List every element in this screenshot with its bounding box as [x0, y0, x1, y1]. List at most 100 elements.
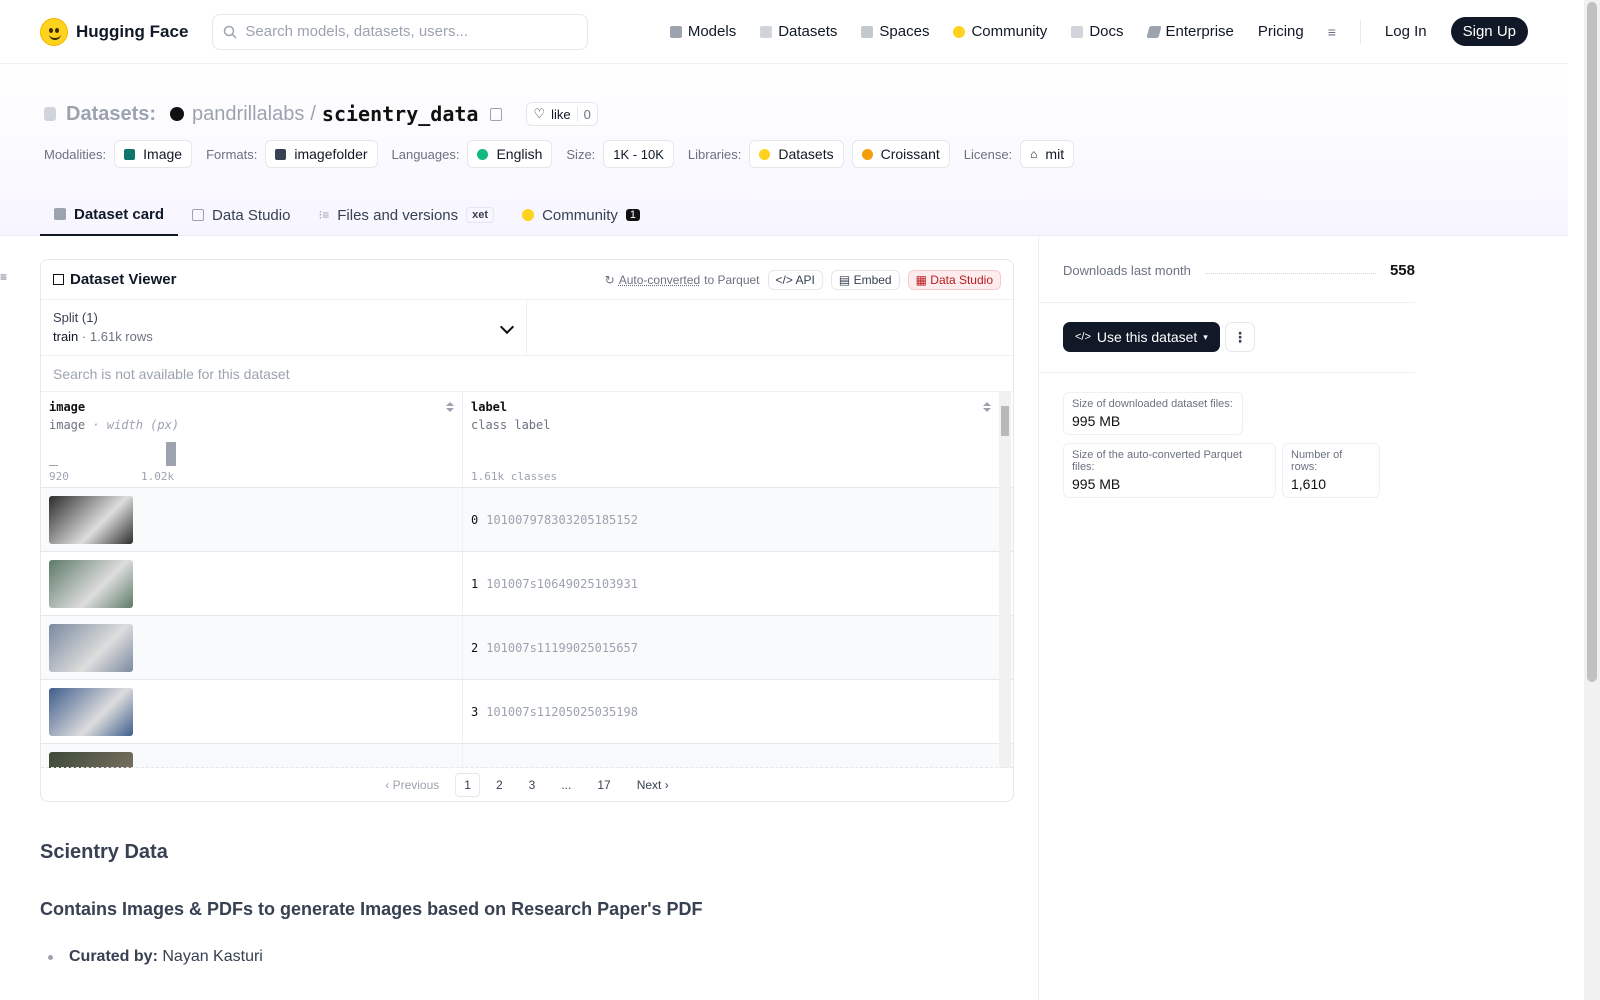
column-header-image[interactable]: image image · width (px) 920 1.02k: [41, 392, 463, 487]
card-heading: Scientry Data: [40, 841, 168, 863]
repo-owner[interactable]: pandrillalabs: [192, 103, 304, 126]
table-row[interactable]: 0 101007978303205185152: [41, 488, 1013, 552]
size-chip[interactable]: 1K - 10K: [603, 140, 674, 168]
page-ellipsis: ...: [561, 777, 572, 792]
community-count-badge: 1: [625, 209, 641, 221]
split-select[interactable]: Split (1) train · 1.61k rows: [41, 300, 527, 355]
column-image-sub: · width (px): [92, 418, 180, 432]
like-button[interactable]: ♡ like 0: [526, 102, 598, 126]
next-page-button[interactable]: Next ›: [627, 774, 679, 796]
more-options-button[interactable]: ⋮: [1225, 322, 1255, 352]
page-1-button[interactable]: 1: [455, 772, 480, 797]
library-datasets-chip[interactable]: Datasets: [749, 140, 844, 168]
search-input[interactable]: Search models, datasets, users...: [212, 13, 589, 50]
label-value: 101007s11199025015657: [486, 640, 638, 655]
page-2-button[interactable]: 2: [486, 774, 513, 796]
prev-page-button[interactable]: ‹ Previous: [375, 774, 449, 796]
column-label-type: class label: [471, 418, 551, 432]
login-label: Log In: [1384, 23, 1427, 40]
sort-icon[interactable]: [983, 402, 991, 414]
image-thumbnail[interactable]: [49, 687, 133, 736]
image-cell[interactable]: [41, 488, 463, 551]
label-cell[interactable]: 3 101007s11205025035198: [463, 680, 999, 743]
embed-icon: ▤: [838, 272, 851, 287]
histogram-min: 920: [49, 470, 69, 483]
nav-community[interactable]: Community: [953, 23, 1047, 40]
repo-name[interactable]: scientry_data: [322, 102, 479, 126]
curated-by-value: Nayan Kasturi: [162, 948, 263, 965]
curated-by-label: Curated by:: [69, 948, 158, 965]
embed-button[interactable]: ▤ Embed: [830, 269, 900, 290]
api-button[interactable]: </> API: [767, 269, 823, 290]
column-header-label[interactable]: label class label 1.61k classes: [463, 392, 999, 487]
rows-value: 1,610: [1291, 476, 1327, 492]
image-thumbnail[interactable]: [49, 623, 133, 672]
toc-toggle-icon[interactable]: ≡: [0, 270, 7, 284]
image-cell[interactable]: [41, 552, 463, 615]
image-thumbnail[interactable]: [49, 495, 133, 544]
nav-divider: [1359, 19, 1361, 44]
license-chip[interactable]: ⌂ mit: [1020, 140, 1075, 168]
tab-data-studio[interactable]: Data Studio: [178, 194, 304, 236]
copy-icon[interactable]: [490, 107, 503, 121]
nav-community-label: Community: [971, 23, 1048, 40]
page-17-button[interactable]: 17: [587, 774, 620, 796]
brand-logo[interactable]: Hugging Face: [40, 17, 188, 46]
label-index: 1: [471, 576, 479, 591]
kebab-icon: ⋮: [1233, 328, 1247, 345]
tab-dataset-card[interactable]: Dataset card: [40, 194, 179, 236]
code-icon: </>: [775, 272, 793, 287]
label-cell[interactable]: 1 101007s10649025103931: [463, 552, 999, 615]
library-croissant-chip[interactable]: Croissant: [851, 140, 950, 168]
nav-datasets[interactable]: Datasets: [760, 23, 837, 40]
tab-community[interactable]: Community 1: [508, 194, 654, 236]
auto-converted-note[interactable]: ↻ Auto-converted to Parquet: [605, 273, 760, 287]
download-size-stat: Size of downloaded dataset files: 995 MB: [1063, 392, 1243, 435]
sort-icon[interactable]: [446, 402, 454, 414]
database-icon: [760, 25, 773, 38]
top-nav: Hugging Face Search models, datasets, us…: [0, 0, 1568, 64]
language-chip[interactable]: English: [467, 140, 553, 168]
table-row[interactable]: 3 101007s11205025035198: [41, 680, 1013, 744]
image-thumbnail[interactable]: [49, 751, 133, 768]
histogram-bar: [166, 442, 176, 466]
image-cell[interactable]: [41, 680, 463, 743]
files-icon: ⁝≡: [318, 208, 330, 222]
signup-button[interactable]: Sign Up: [1450, 17, 1528, 46]
repo-kind[interactable]: Datasets:: [66, 103, 156, 126]
nav-spaces[interactable]: Spaces: [861, 23, 929, 40]
image-cell[interactable]: [41, 616, 463, 679]
label-cell[interactable]: [463, 744, 999, 768]
tab-files-versions[interactable]: ⁝≡ Files and versions xet: [304, 194, 508, 236]
modalities-label: Modalities:: [44, 146, 107, 162]
label-cell[interactable]: 0 101007978303205185152: [463, 488, 999, 551]
image-thumbnail[interactable]: [49, 559, 133, 608]
chevron-down-icon: ▾: [1203, 331, 1208, 342]
label-value: 101007s10649025103931: [486, 576, 638, 591]
format-chip[interactable]: imagefolder: [265, 140, 378, 168]
use-dataset-button[interactable]: </> Use this dataset ▾: [1063, 322, 1220, 352]
label-cell[interactable]: 2 101007s11199025015657: [463, 616, 999, 679]
language-value: English: [496, 146, 543, 162]
table-row[interactable]: 1 101007s10649025103931: [41, 552, 1013, 616]
nav-more[interactable]: ≡: [1328, 24, 1336, 40]
folder-icon: [275, 148, 287, 160]
table-row[interactable]: [41, 744, 1013, 768]
viewer-title: Dataset Viewer: [70, 271, 177, 288]
data-studio-label: Data Studio: [930, 272, 993, 287]
download-size-value: 995 MB: [1072, 413, 1121, 429]
nav-docs[interactable]: Docs: [1071, 23, 1124, 40]
image-cell[interactable]: [41, 744, 463, 768]
table-scrollbar[interactable]: [999, 392, 1011, 768]
nav-pricing[interactable]: Pricing: [1258, 23, 1304, 40]
login-link[interactable]: Log In: [1385, 23, 1427, 40]
nav-models[interactable]: Models: [669, 23, 736, 40]
page-scrollbar[interactable]: [1584, 0, 1600, 1000]
split-dot: ·: [81, 329, 87, 344]
split-label: Split (1): [53, 310, 98, 325]
nav-enterprise[interactable]: Enterprise: [1145, 23, 1234, 40]
data-studio-button[interactable]: ▦ Data Studio: [907, 269, 1001, 290]
page-3-button[interactable]: 3: [519, 774, 546, 796]
modality-chip[interactable]: Image: [114, 140, 193, 168]
table-row[interactable]: 2 101007s11199025015657: [41, 616, 1013, 680]
